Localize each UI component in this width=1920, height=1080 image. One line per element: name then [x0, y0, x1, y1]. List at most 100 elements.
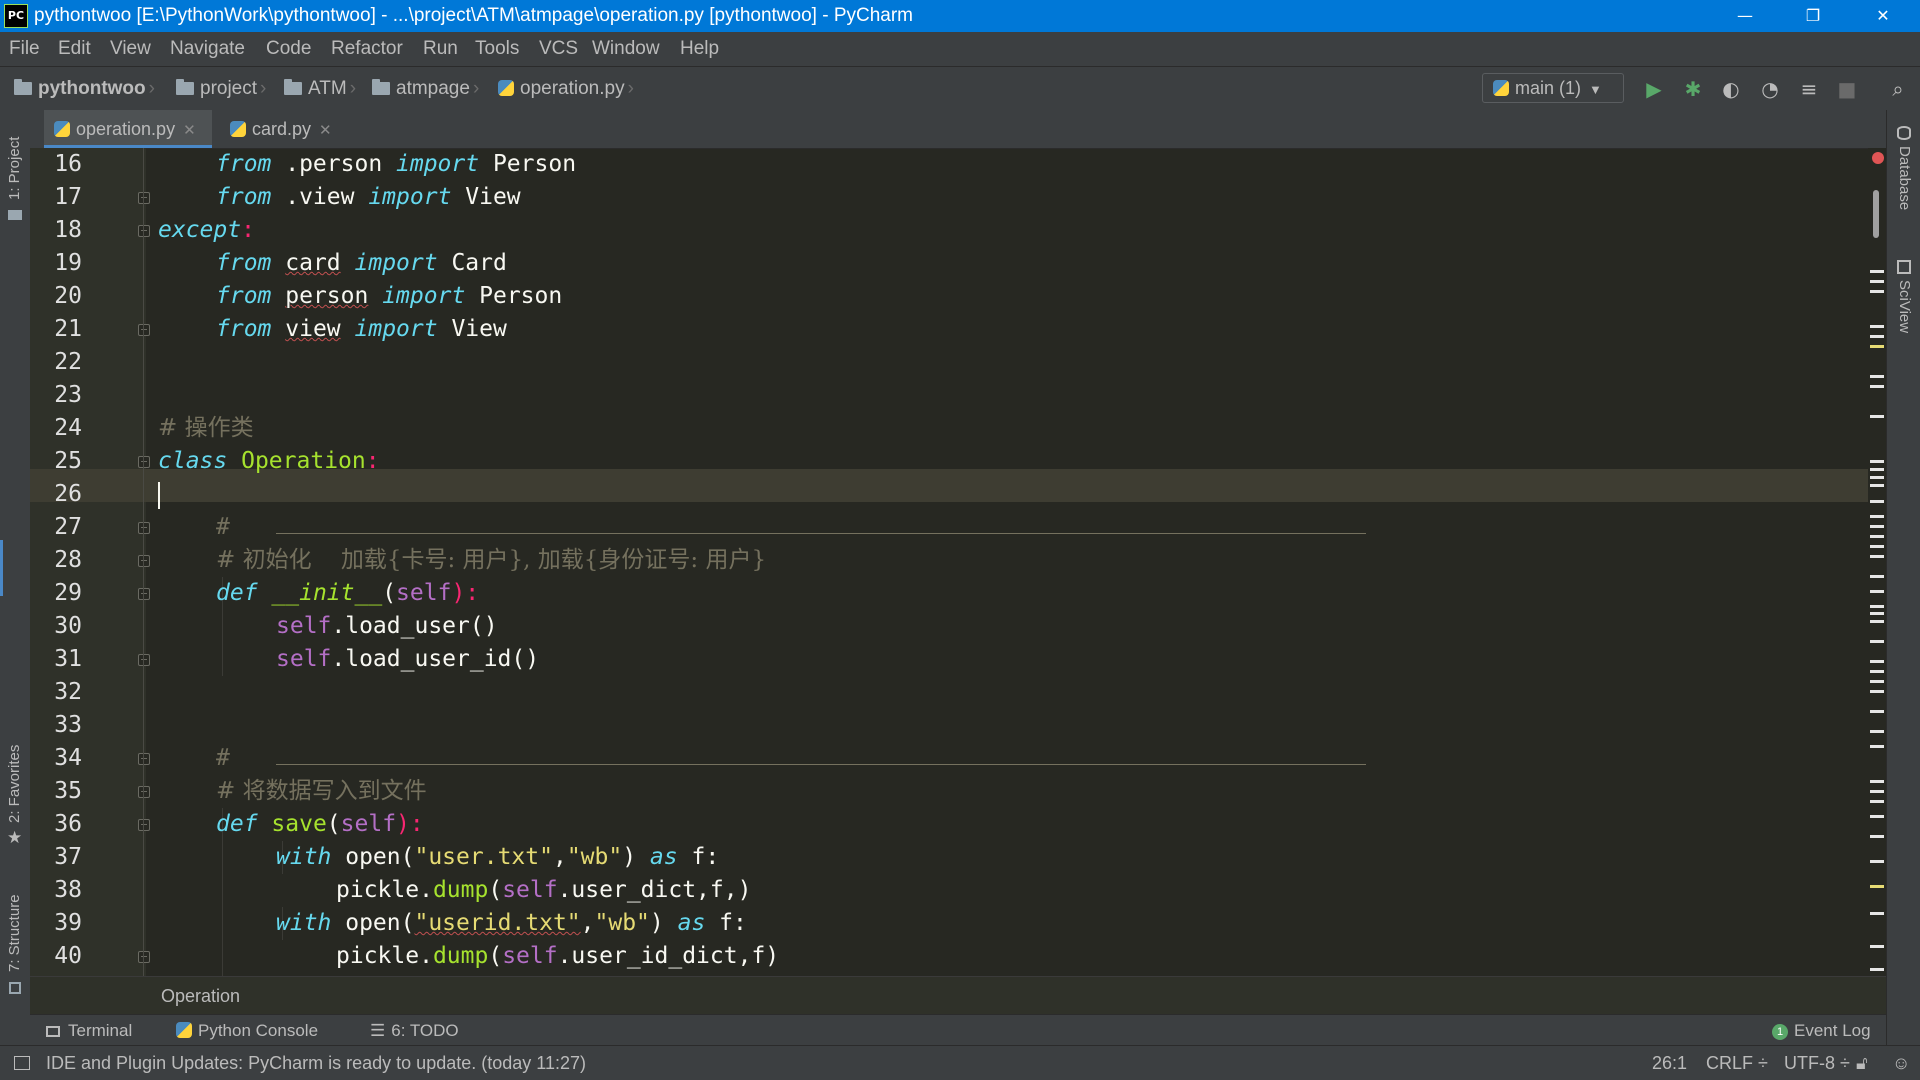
fold-marker-icon[interactable]	[138, 555, 150, 567]
scroll-marker	[1870, 680, 1884, 683]
breadcrumb-atmpage[interactable]: atmpage ›	[372, 67, 485, 110]
tab-operation-py[interactable]: operation.py ✕	[44, 110, 212, 148]
line-number: 35	[54, 778, 82, 804]
code-editor[interactable]: 16 17 18 19 20 21 22 23 24 25 26 27 28 2…	[30, 148, 1868, 976]
breadcrumb-project-root[interactable]: pythontwoo ›	[14, 67, 161, 110]
scroll-marker	[1870, 780, 1884, 783]
text-cursor	[158, 482, 160, 509]
python-console-tool-tab[interactable]: Python Console	[176, 1015, 318, 1046]
close-button[interactable]: ✕	[1860, 0, 1906, 32]
fold-marker-icon[interactable]	[138, 225, 150, 237]
editor-breadcrumb-bar: Operation	[30, 976, 1886, 1015]
code-text: f:	[677, 844, 720, 870]
breadcrumb-atm[interactable]: ATM ›	[284, 67, 362, 110]
caret-position[interactable]: 26:1	[1652, 1046, 1687, 1080]
keyword: from	[216, 316, 272, 342]
string-literal: "wb"	[566, 844, 623, 870]
menu-window[interactable]: Window	[592, 32, 660, 66]
editor-breadcrumb-item[interactable]: Operation	[161, 977, 240, 1015]
tab-card-py[interactable]: card.py ✕	[220, 110, 360, 148]
breadcrumb-project[interactable]: project ›	[176, 67, 272, 110]
right-tool-strip: Database SciView	[1886, 110, 1920, 1045]
menu-run[interactable]: Run	[423, 32, 458, 66]
project-tool-tab[interactable]: 1: Project	[6, 137, 23, 200]
sciview-tool-tab[interactable]: SciView	[1896, 280, 1913, 333]
pycharm-logo-icon: PC	[4, 4, 28, 28]
fold-marker-icon[interactable]	[138, 654, 150, 666]
sciview-icon	[1897, 260, 1911, 274]
line-separator[interactable]: CRLF ÷	[1706, 1046, 1768, 1080]
menu-tools[interactable]: Tools	[475, 32, 519, 66]
error-indicator-icon[interactable]	[1872, 152, 1884, 164]
fold-marker-icon[interactable]	[138, 522, 150, 534]
favorites-tool-tab[interactable]: 2: Favorites	[6, 745, 23, 823]
menu-edit[interactable]: Edit	[58, 32, 91, 66]
line-number: 16	[54, 151, 82, 177]
concurrency-icon[interactable]: ≡	[1797, 77, 1821, 101]
scroll-marker	[1870, 375, 1884, 378]
scroll-marker	[1870, 476, 1884, 479]
fold-marker-icon[interactable]	[138, 951, 150, 963]
breadcrumb-file[interactable]: operation.py ›	[498, 67, 640, 110]
coverage-icon[interactable]: ◐	[1719, 77, 1743, 101]
scrollbar-thumb[interactable]	[1873, 190, 1879, 238]
menu-code[interactable]: Code	[266, 32, 311, 66]
scroll-marker	[1870, 500, 1884, 503]
punctuation: ):	[396, 811, 424, 837]
comment-line: # 将数据写入到文件	[216, 778, 427, 804]
tab-label: operation.py	[76, 119, 176, 139]
tool-windows-icon[interactable]	[14, 1056, 30, 1070]
unresolved-reference: view	[285, 316, 341, 342]
fold-marker-icon[interactable]	[138, 324, 150, 336]
scroll-marker	[1870, 835, 1884, 838]
code-text: .person	[271, 151, 397, 177]
menu-navigate[interactable]: Navigate	[170, 32, 245, 66]
fold-marker-icon[interactable]	[138, 786, 150, 798]
bottom-tool-tabs: Terminal Python Console ☰ 6: TODO 1 Event …	[30, 1014, 1886, 1046]
database-tool-tab[interactable]: Database	[1896, 146, 1913, 210]
file-encoding[interactable]: UTF-8 ÷	[1784, 1046, 1850, 1080]
menu-view[interactable]: View	[110, 32, 151, 66]
minimize-button[interactable]: —	[1722, 0, 1768, 32]
search-icon[interactable]: ⌕	[1886, 77, 1910, 101]
fold-marker-icon[interactable]	[138, 192, 150, 204]
lock-icon[interactable]: 🔓︎	[1856, 1046, 1868, 1080]
python-file-icon	[498, 80, 514, 96]
fold-marker-icon[interactable]	[138, 753, 150, 765]
restore-button[interactable]: ❐	[1790, 0, 1836, 32]
terminal-tool-tab[interactable]: Terminal	[46, 1015, 132, 1046]
stop-icon[interactable]: ■	[1835, 77, 1859, 101]
code-line: pickle.dump(self.user_id_dict,f)	[158, 940, 779, 973]
close-tab-icon[interactable]: ✕	[183, 122, 196, 139]
scroll-marker	[1870, 515, 1884, 518]
line-number: 17	[54, 184, 82, 210]
close-tab-icon[interactable]: ✕	[319, 122, 332, 139]
status-message[interactable]: IDE and Plugin Updates: PyCharm is ready…	[46, 1046, 586, 1080]
run-configuration-dropdown[interactable]: main (1) ▼	[1482, 73, 1624, 103]
fold-marker-icon[interactable]	[138, 456, 150, 468]
menu-vcs[interactable]: VCS	[539, 32, 578, 66]
menu-file[interactable]: File	[9, 32, 40, 66]
line-number: 22	[54, 349, 82, 375]
inspector-icon[interactable]: ☺	[1892, 1046, 1910, 1080]
fold-marker-icon[interactable]	[138, 819, 150, 831]
folder-icon	[372, 79, 390, 95]
code-text: (	[382, 580, 397, 606]
run-icon[interactable]: ▶	[1642, 77, 1666, 101]
todo-tool-tab[interactable]: ☰ 6: TODO	[370, 1015, 459, 1046]
structure-tool-tab[interactable]: 7: Structure	[6, 894, 23, 972]
tool-tab-label: 6: TODO	[391, 1021, 459, 1040]
scroll-marker	[1870, 575, 1884, 578]
menu-help[interactable]: Help	[680, 32, 719, 66]
event-log-tool-tab[interactable]: 1 Event Log	[1772, 1015, 1871, 1046]
profile-icon[interactable]: ◔	[1758, 77, 1782, 101]
code-text: ,	[552, 844, 567, 870]
menu-refactor[interactable]: Refactor	[331, 32, 403, 66]
title-bar: PC pythontwoo [E:\PythonWork\pythontwoo]…	[0, 0, 1920, 32]
debug-icon[interactable]: ✱	[1681, 77, 1705, 101]
fold-marker-icon[interactable]	[138, 588, 150, 600]
comment-line: # 初始化 加载{卡号: 用户}, 加载{身份证号: 用户}	[216, 547, 767, 573]
